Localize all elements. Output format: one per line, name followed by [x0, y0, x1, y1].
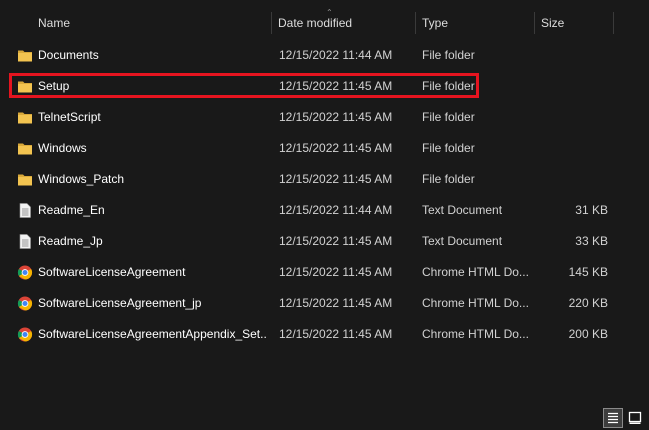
folder-icon — [18, 112, 32, 124]
file-date-modified: 12/15/2022 11:44 AM — [279, 48, 393, 62]
column-header-type[interactable]: Type — [422, 8, 530, 38]
column-divider[interactable] — [534, 12, 535, 34]
file-type: File folder — [422, 79, 475, 93]
file-type: File folder — [422, 48, 475, 62]
file-name: SoftwareLicenseAgreement_jp — [38, 296, 202, 310]
file-size: 33 KB — [575, 234, 608, 248]
file-row-documents[interactable]: Documents 12/15/2022 11:44 AM File folde… — [0, 40, 649, 71]
file-explorer: ⌃ Name Date modified Type Size Documents… — [0, 0, 649, 430]
file-name: Windows — [38, 141, 87, 155]
file-date-modified: 12/15/2022 11:45 AM — [279, 234, 393, 248]
file-type: Text Document — [422, 234, 503, 248]
file-type: File folder — [422, 141, 475, 155]
file-type: Text Document — [422, 203, 503, 217]
file-date-modified: 12/15/2022 11:45 AM — [279, 296, 393, 310]
file-row-windows-patch[interactable]: Windows_Patch 12/15/2022 11:45 AM File f… — [0, 164, 649, 195]
file-size: 31 KB — [575, 203, 608, 217]
file-size: 220 KB — [568, 296, 608, 310]
chrome-icon — [17, 327, 33, 342]
file-row-softwarelicenseagreement[interactable]: SoftwareLicenseAgreement 12/15/2022 11:4… — [0, 257, 649, 288]
large-icons-view-icon — [628, 411, 642, 424]
file-row-readme-jp[interactable]: Readme_Jp 12/15/2022 11:45 AM Text Docum… — [0, 226, 649, 257]
file-name: Documents — [38, 48, 99, 62]
column-header-date-modified[interactable]: Date modified — [278, 8, 413, 38]
file-name: Readme_Jp — [38, 234, 103, 248]
file-name: SoftwareLicenseAgreement — [38, 265, 186, 279]
file-row-windows[interactable]: Windows 12/15/2022 11:45 AM File folder — [0, 133, 649, 164]
file-size: 200 KB — [568, 327, 608, 341]
file-row-readme-en[interactable]: Readme_En 12/15/2022 11:44 AM Text Docum… — [0, 195, 649, 226]
file-date-modified: 12/15/2022 11:45 AM — [279, 265, 393, 279]
file-type: File folder — [422, 110, 475, 124]
details-view-icon — [608, 412, 618, 424]
file-row-softwarelicenseagreementappendix[interactable]: SoftwareLicenseAgreementAppendix_Set... … — [0, 319, 649, 350]
file-name: SoftwareLicenseAgreementAppendix_Set... — [38, 327, 266, 341]
file-list: Documents 12/15/2022 11:44 AM File folde… — [0, 40, 649, 350]
file-name: Setup — [38, 79, 70, 93]
file-row-softwarelicenseagreement-jp[interactable]: SoftwareLicenseAgreement_jp 12/15/2022 1… — [0, 288, 649, 319]
column-divider[interactable] — [271, 12, 272, 34]
file-date-modified: 12/15/2022 11:45 AM — [279, 172, 393, 186]
file-date-modified: 12/15/2022 11:44 AM — [279, 203, 393, 217]
file-name: Windows_Patch — [38, 172, 125, 186]
chrome-icon — [17, 296, 33, 311]
chrome-icon — [17, 265, 33, 280]
column-header: ⌃ Name Date modified Type Size — [0, 8, 649, 38]
file-size: 145 KB — [568, 265, 608, 279]
large-icons-view-button[interactable] — [625, 408, 645, 428]
text-document-icon — [19, 234, 31, 249]
folder-icon — [18, 143, 32, 155]
file-type: Chrome HTML Do... — [422, 265, 529, 279]
text-document-icon — [19, 203, 31, 218]
file-date-modified: 12/15/2022 11:45 AM — [279, 79, 393, 93]
file-date-modified: 12/15/2022 11:45 AM — [279, 327, 393, 341]
file-date-modified: 12/15/2022 11:45 AM — [279, 141, 393, 155]
file-row-setup[interactable]: Setup 12/15/2022 11:45 AM File folder — [0, 71, 649, 102]
folder-icon — [18, 81, 32, 93]
file-name: TelnetScript — [38, 110, 101, 124]
file-type: File folder — [422, 172, 475, 186]
column-header-size[interactable]: Size — [541, 8, 611, 38]
file-type: Chrome HTML Do... — [422, 327, 529, 341]
details-view-button[interactable] — [603, 408, 623, 428]
folder-icon — [18, 50, 32, 62]
file-row-telnetscript[interactable]: TelnetScript 12/15/2022 11:45 AM File fo… — [0, 102, 649, 133]
folder-icon — [18, 174, 32, 186]
column-header-name[interactable]: Name — [38, 8, 268, 38]
file-name: Readme_En — [38, 203, 105, 217]
column-divider[interactable] — [613, 12, 614, 34]
file-date-modified: 12/15/2022 11:45 AM — [279, 110, 393, 124]
column-divider[interactable] — [415, 12, 416, 34]
file-type: Chrome HTML Do... — [422, 296, 529, 310]
